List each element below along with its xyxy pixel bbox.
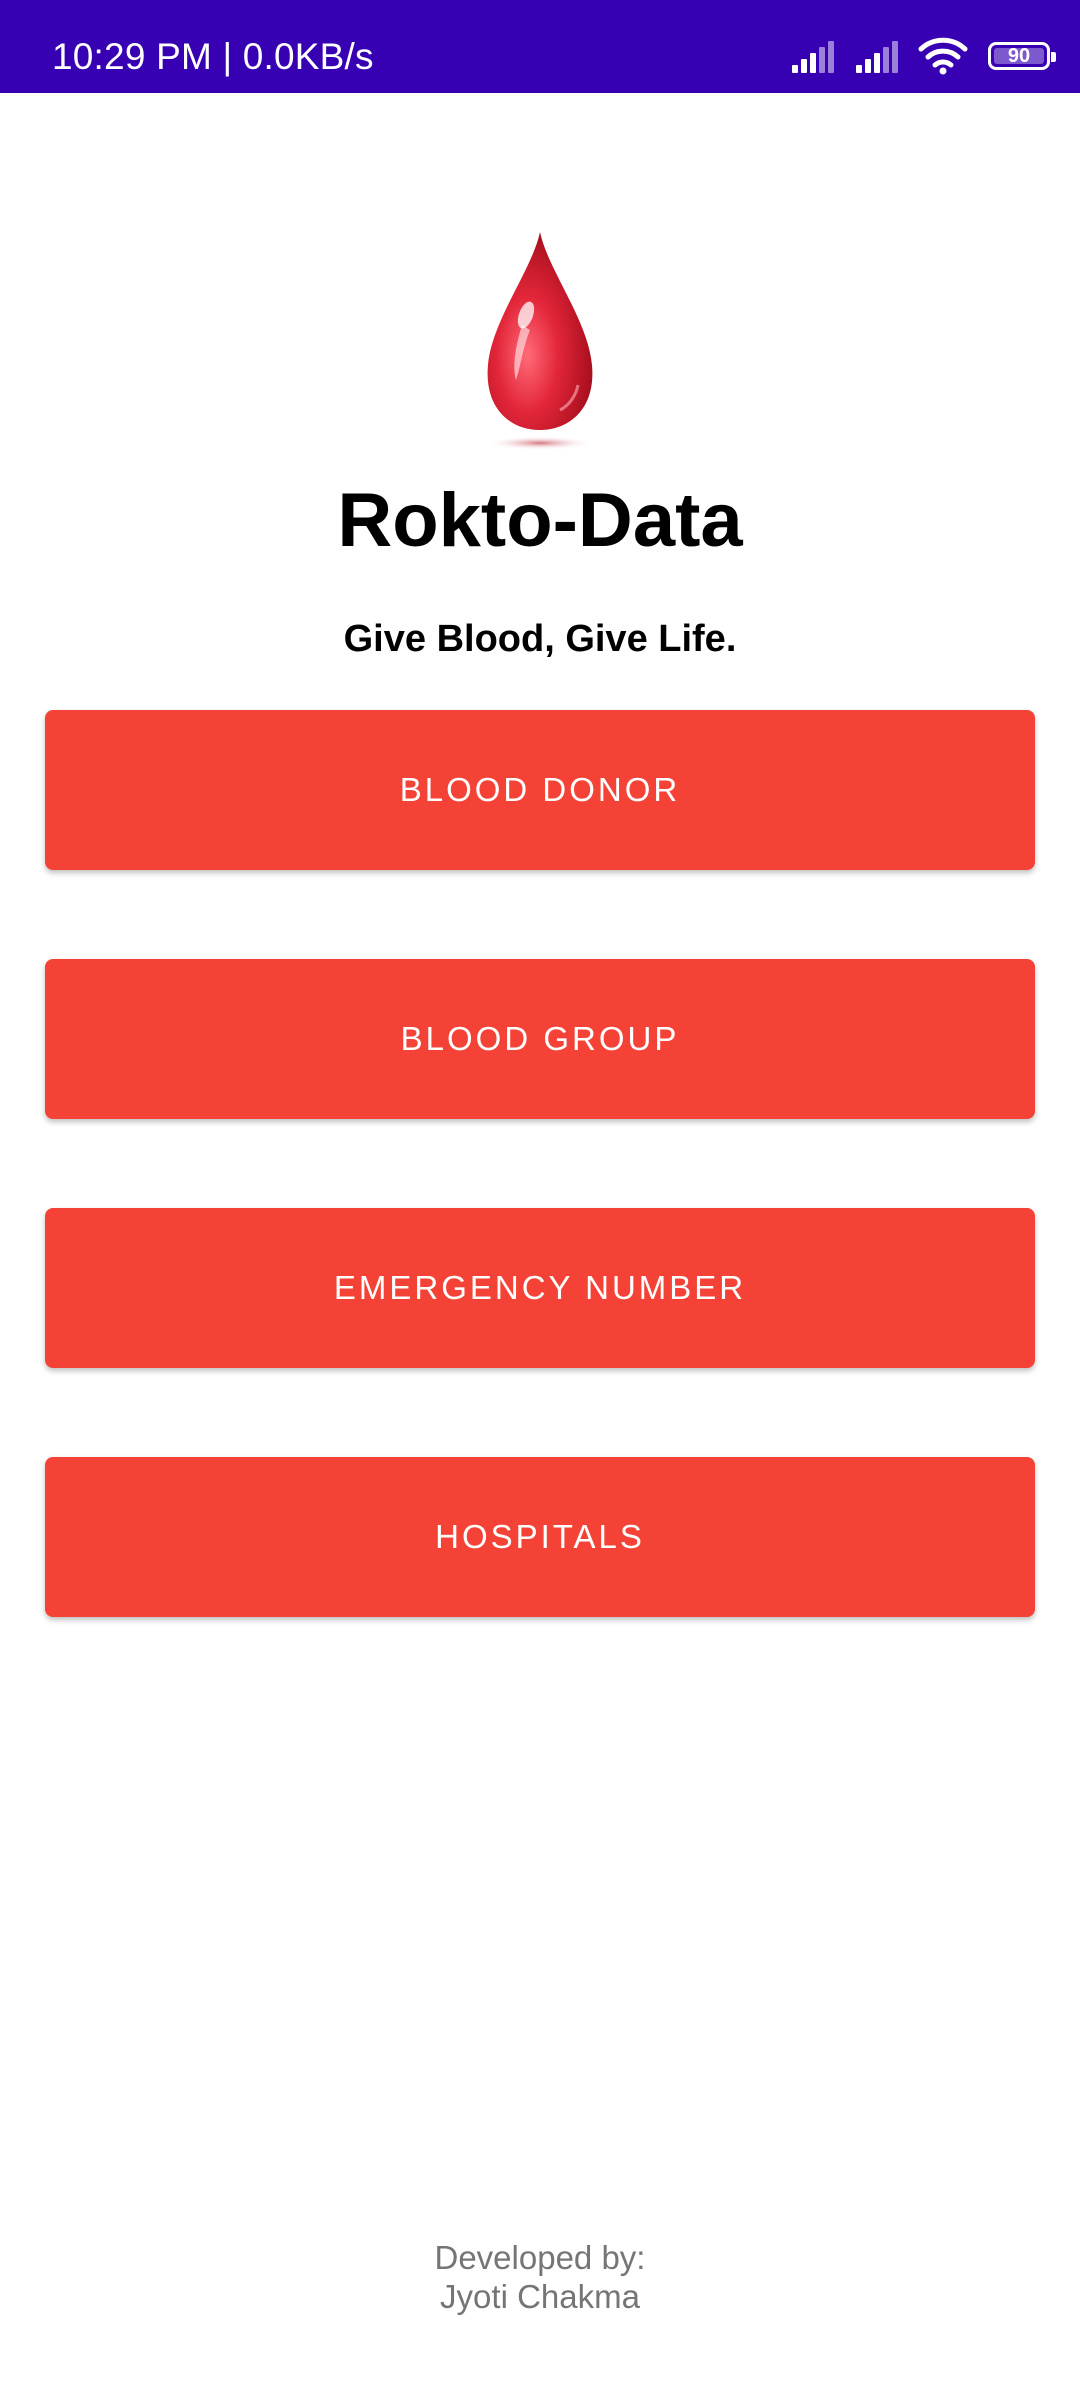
emergency-number-button[interactable]: EMERGENCY NUMBER — [45, 1208, 1035, 1368]
developer-credit-label: Developed by: — [434, 2239, 646, 2276]
signal-icon — [856, 41, 898, 73]
signal-icon — [792, 41, 834, 73]
blood-donor-button[interactable]: BLOOD DONOR — [45, 710, 1035, 870]
hospitals-button[interactable]: HOSPITALS — [45, 1457, 1035, 1617]
app-screen: 10:29 PM | 0.0KB/s 90 Rokto-Data Give Bl… — [0, 0, 1080, 2400]
blood-drop-icon — [486, 232, 594, 450]
app-tagline: Give Blood, Give Life. — [343, 618, 737, 660]
developer-credit: Developed by: Jyoti Chakma — [0, 2238, 1080, 2316]
status-time: 10:29 PM | 0.0KB/s — [52, 36, 374, 77]
status-icons: 90 — [776, 36, 1056, 76]
wifi-icon — [918, 37, 968, 75]
status-bar: 10:29 PM | 0.0KB/s 90 — [0, 0, 1080, 93]
battery-level: 90 — [1007, 45, 1031, 67]
developer-name: Jyoti Chakma — [440, 2278, 640, 2315]
battery-icon: 90 — [988, 42, 1056, 70]
blood-group-button[interactable]: BLOOD GROUP — [45, 959, 1035, 1119]
app-title: Rokto-Data — [337, 478, 743, 563]
